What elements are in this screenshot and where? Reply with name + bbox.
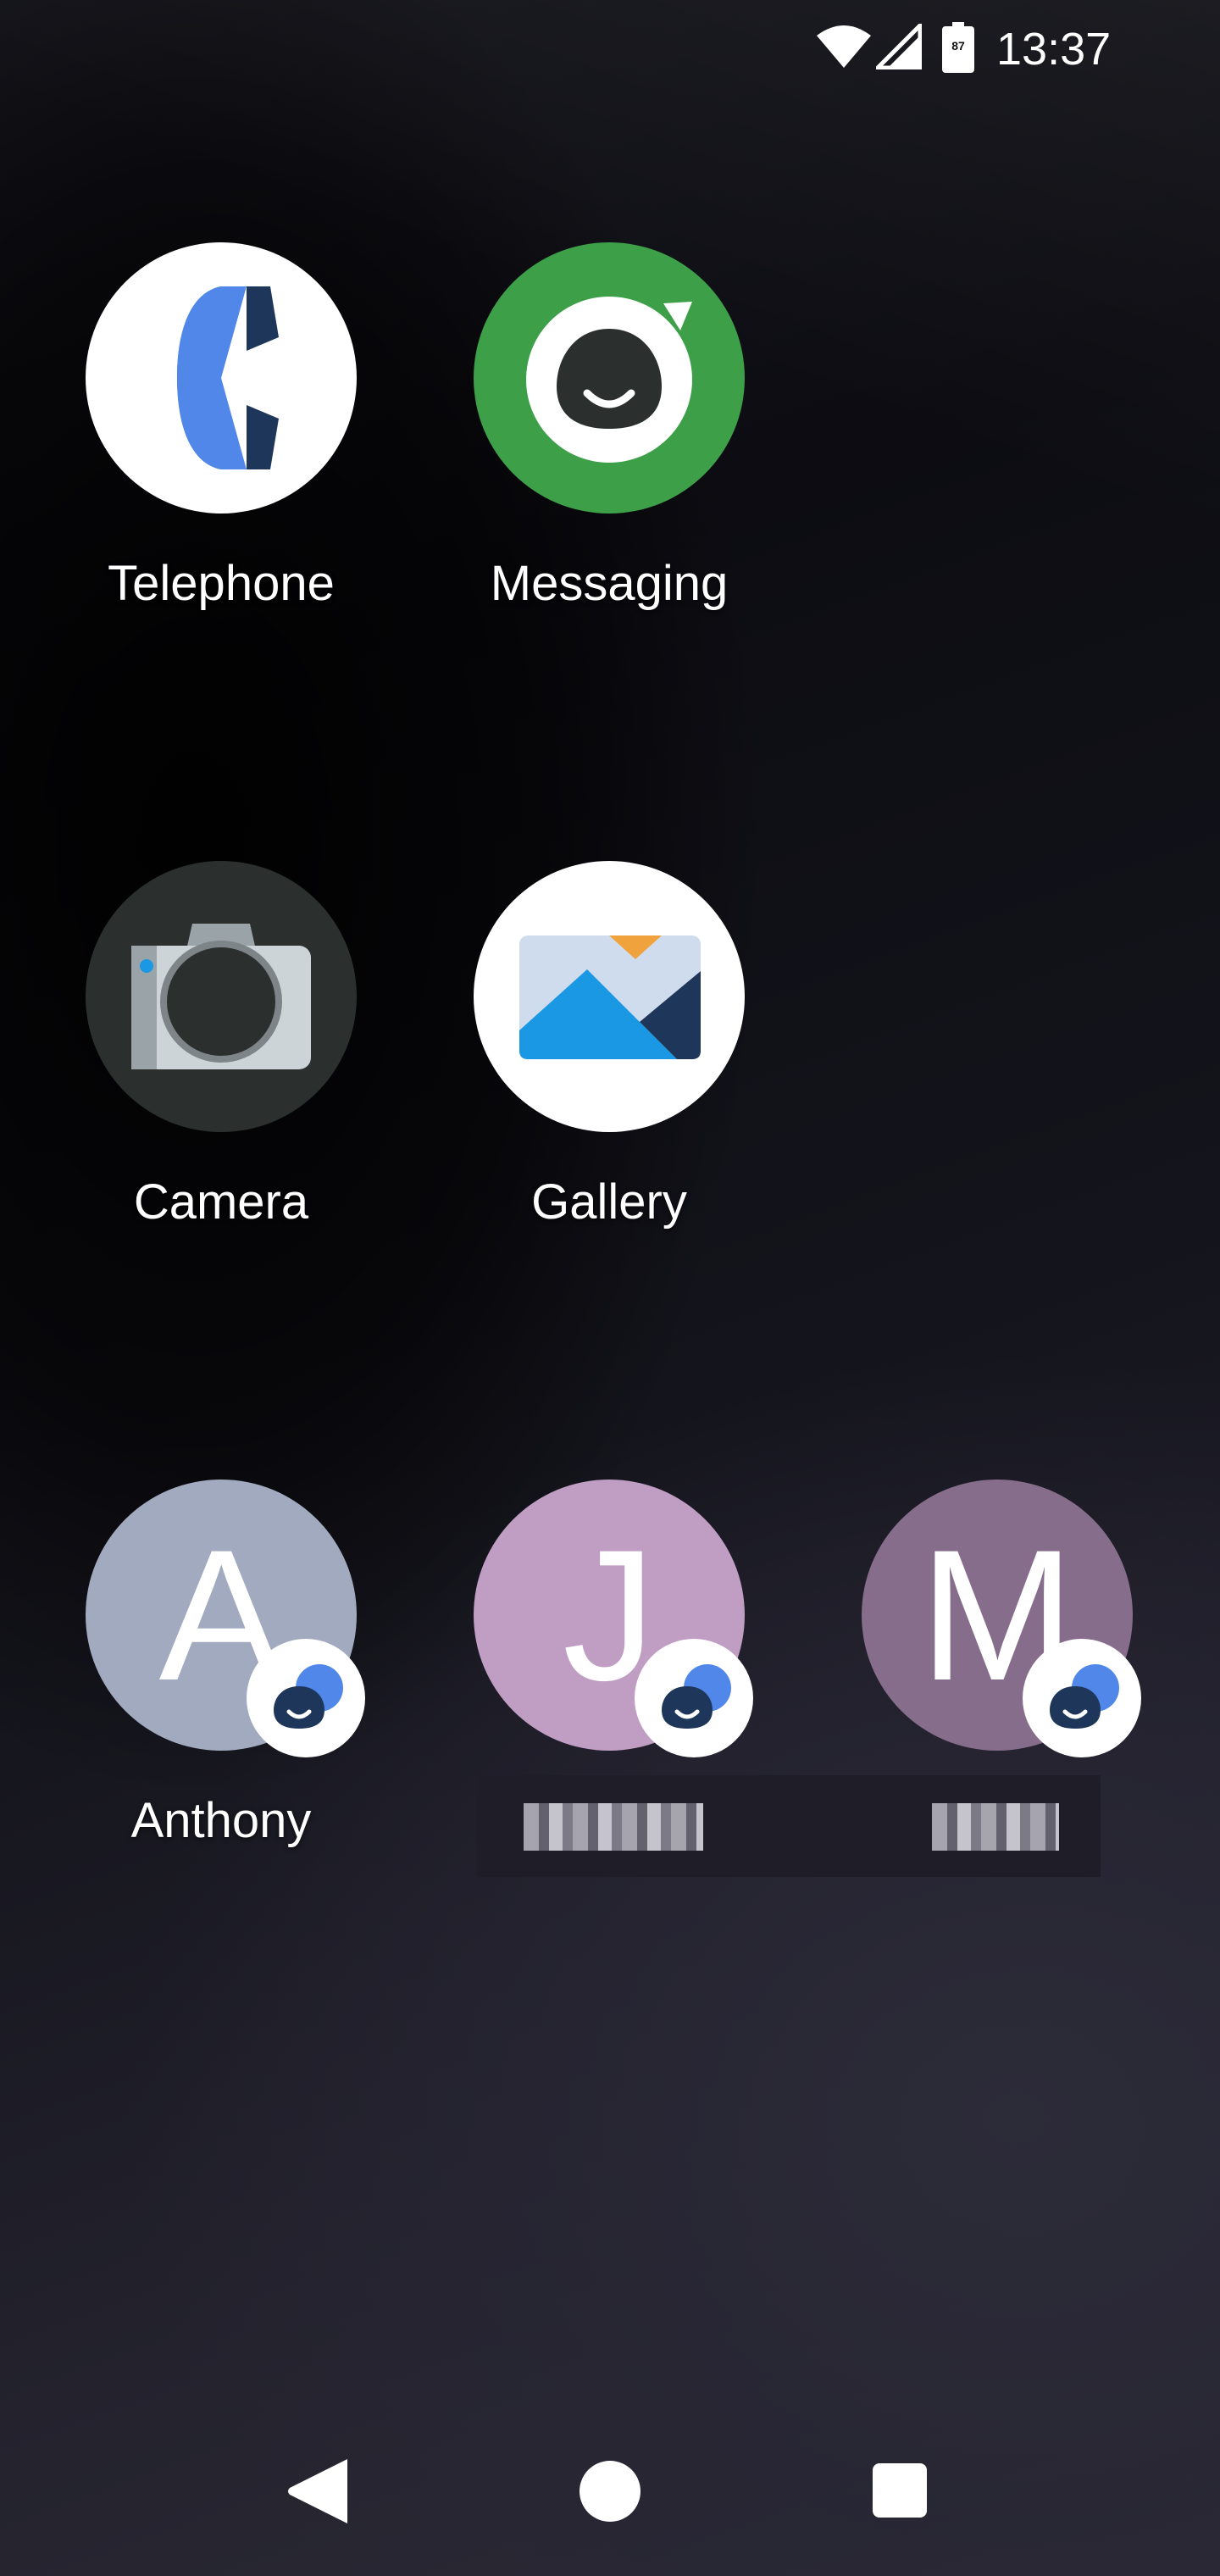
wifi-icon — [817, 25, 871, 68]
cell-signal-icon — [876, 24, 922, 69]
battery-level: 87 — [951, 39, 965, 53]
app-label: Camera — [133, 1174, 309, 1230]
gallery-icon — [474, 861, 745, 1132]
contact-shortcut-anthony[interactable]: A Anthony — [86, 1480, 365, 1869]
app-camera[interactable]: Camera — [86, 861, 357, 1251]
app-label: Gallery — [531, 1174, 687, 1230]
phone-icon — [86, 242, 357, 514]
status-bar[interactable]: 87 13:37 — [0, 0, 1220, 102]
home-button[interactable] — [580, 2461, 640, 2522]
camera-icon — [86, 861, 357, 1132]
app-label: Messaging — [490, 556, 729, 611]
messaging-badge-icon — [247, 1639, 365, 1757]
redacted-name-m — [932, 1803, 1059, 1851]
redacted-name-j — [524, 1803, 703, 1851]
clock: 13:37 — [996, 24, 1112, 75]
messaging-badge-icon — [1023, 1639, 1141, 1757]
back-button[interactable] — [286, 2457, 349, 2525]
recents-button[interactable] — [873, 2463, 927, 2518]
app-label: Telephone — [108, 556, 335, 611]
contact-label: Anthony — [130, 1793, 312, 1848]
messaging-icon — [474, 242, 745, 514]
app-telephone[interactable]: Telephone — [86, 242, 357, 632]
app-messaging[interactable]: Messaging — [474, 242, 745, 632]
messaging-badge-icon — [635, 1639, 753, 1757]
app-gallery[interactable]: Gallery — [474, 861, 745, 1251]
